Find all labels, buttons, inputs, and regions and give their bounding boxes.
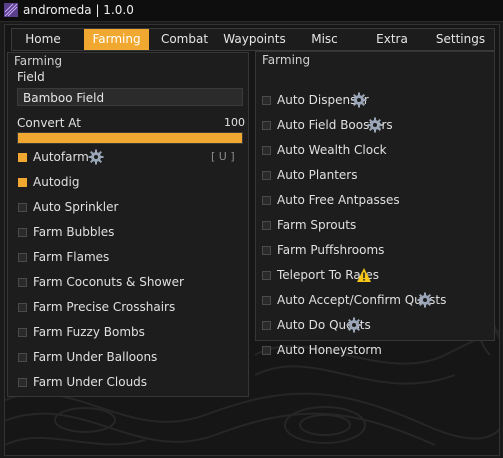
option-farm-puffshrooms[interactable]: Farm Puffshrooms <box>262 242 487 260</box>
right-farming-panel: Farming Auto Dispenser Auto Field Booster… <box>255 51 495 357</box>
auto-dispenser-checkbox[interactable] <box>262 96 271 105</box>
tab-extra[interactable]: Extra <box>357 29 427 50</box>
option-auto-honeystorm[interactable]: Auto Honeystorm <box>262 342 487 360</box>
farm-coconuts-shower-checkbox[interactable] <box>18 278 27 287</box>
option-teleport-to-rares[interactable]: Teleport To Rares <box>262 267 487 285</box>
option-autofarm[interactable]: Autofarm [ U ] <box>18 149 243 167</box>
tab-waypoints[interactable]: Waypoints <box>217 29 292 50</box>
farm-coconuts-shower-label: Farm Coconuts & Shower <box>33 275 184 289</box>
auto-wealth-clock-checkbox[interactable] <box>262 146 271 155</box>
farm-bubbles-label: Farm Bubbles <box>33 225 115 239</box>
main-window: Home Farming Combat Waypoints Misc Extra… <box>4 24 500 456</box>
auto-sprinkler-checkbox[interactable] <box>18 203 27 212</box>
option-auto-field-boosters[interactable]: Auto Field Boosters <box>262 117 487 135</box>
left-farming-panel: Farming Field Bamboo Field Convert At 10… <box>7 52 249 397</box>
auto-free-antpasses-checkbox[interactable] <box>262 196 271 205</box>
slider-fill <box>18 133 242 143</box>
gear-icon[interactable] <box>351 92 367 108</box>
option-auto-free-antpasses[interactable]: Auto Free Antpasses <box>262 192 487 210</box>
autofarm-label: Autofarm <box>33 150 89 164</box>
field-label: Field <box>17 70 45 84</box>
farm-sprouts-checkbox[interactable] <box>262 221 271 230</box>
autodig-label: Autodig <box>33 175 80 189</box>
auto-do-quests-checkbox[interactable] <box>262 321 271 330</box>
field-dropdown[interactable]: Bamboo Field <box>17 88 243 106</box>
option-farm-bubbles[interactable]: Farm Bubbles <box>18 224 243 242</box>
convert-at-label: Convert At <box>17 116 81 130</box>
teleport-to-rares-checkbox[interactable] <box>262 271 271 280</box>
option-farm-fuzzy-bombs[interactable]: Farm Fuzzy Bombs <box>18 324 243 342</box>
right-panel-title: Farming <box>262 53 311 67</box>
option-farm-under-clouds[interactable]: Farm Under Clouds <box>18 374 243 392</box>
auto-wealth-clock-label: Auto Wealth Clock <box>277 143 387 157</box>
window-title: andromeda | 1.0.0 <box>23 3 134 17</box>
auto-planters-checkbox[interactable] <box>262 171 271 180</box>
farm-flames-checkbox[interactable] <box>18 253 27 262</box>
option-auto-planters[interactable]: Auto Planters <box>262 167 487 185</box>
option-farm-flames[interactable]: Farm Flames <box>18 249 243 267</box>
farm-under-clouds-label: Farm Under Clouds <box>33 375 148 389</box>
tab-combat[interactable]: Combat <box>152 29 217 50</box>
farm-puffshrooms-checkbox[interactable] <box>262 246 271 255</box>
farm-flames-label: Farm Flames <box>33 250 110 264</box>
option-auto-accept-confirm-quests[interactable]: Auto Accept/Confirm Quests <box>262 292 487 310</box>
option-autodig[interactable]: Autodig <box>18 174 243 192</box>
convert-at-value: 100 <box>224 116 245 129</box>
farm-precise-crosshairs-checkbox[interactable] <box>18 303 27 312</box>
auto-free-antpasses-label: Auto Free Antpasses <box>277 193 400 207</box>
auto-planters-label: Auto Planters <box>277 168 358 182</box>
auto-honeystorm-label: Auto Honeystorm <box>277 343 382 357</box>
tab-home[interactable]: Home <box>12 29 74 50</box>
gear-icon[interactable] <box>367 117 383 133</box>
option-farm-sprouts[interactable]: Farm Sprouts <box>262 217 487 235</box>
app-logo-icon <box>4 3 18 17</box>
warning-icon <box>356 267 372 283</box>
tab-settings[interactable]: Settings <box>427 29 494 50</box>
autofarm-checkbox[interactable] <box>18 153 27 162</box>
auto-field-boosters-checkbox[interactable] <box>262 121 271 130</box>
auto-accept-confirm-quests-checkbox[interactable] <box>262 296 271 305</box>
tab-misc[interactable]: Misc <box>292 29 357 50</box>
title-bar: andromeda | 1.0.0 <box>0 0 503 22</box>
autofarm-keybind[interactable]: [ U ] <box>211 150 235 163</box>
autodig-checkbox[interactable] <box>18 178 27 187</box>
gear-icon[interactable] <box>88 149 104 165</box>
option-farm-precise-crosshairs[interactable]: Farm Precise Crosshairs <box>18 299 243 317</box>
option-auto-do-quests[interactable]: Auto Do Quests <box>262 317 487 335</box>
farm-puffshrooms-label: Farm Puffshrooms <box>277 243 385 257</box>
tab-bar: Home Farming Combat Waypoints Misc Extra… <box>11 28 495 51</box>
farm-sprouts-label: Farm Sprouts <box>277 218 357 232</box>
farm-fuzzy-bombs-label: Farm Fuzzy Bombs <box>33 325 145 339</box>
option-auto-wealth-clock[interactable]: Auto Wealth Clock <box>262 142 487 160</box>
farm-under-balloons-checkbox[interactable] <box>18 353 27 362</box>
farm-fuzzy-bombs-checkbox[interactable] <box>18 328 27 337</box>
auto-sprinkler-label: Auto Sprinkler <box>33 200 119 214</box>
farm-bubbles-checkbox[interactable] <box>18 228 27 237</box>
tab-farming[interactable]: Farming <box>84 29 149 50</box>
farm-under-clouds-checkbox[interactable] <box>18 378 27 387</box>
farm-under-balloons-label: Farm Under Balloons <box>33 350 158 364</box>
convert-at-slider[interactable] <box>17 132 243 144</box>
option-farm-coconuts-shower[interactable]: Farm Coconuts & Shower <box>18 274 243 292</box>
option-auto-dispenser[interactable]: Auto Dispenser <box>262 92 487 110</box>
gear-icon[interactable] <box>417 292 433 308</box>
option-auto-sprinkler[interactable]: Auto Sprinkler <box>18 199 243 217</box>
auto-honeystorm-checkbox[interactable] <box>262 346 271 355</box>
option-farm-under-balloons[interactable]: Farm Under Balloons <box>18 349 243 367</box>
gear-icon[interactable] <box>346 317 362 333</box>
farm-precise-crosshairs-label: Farm Precise Crosshairs <box>33 300 176 314</box>
left-panel-title: Farming <box>14 54 63 68</box>
